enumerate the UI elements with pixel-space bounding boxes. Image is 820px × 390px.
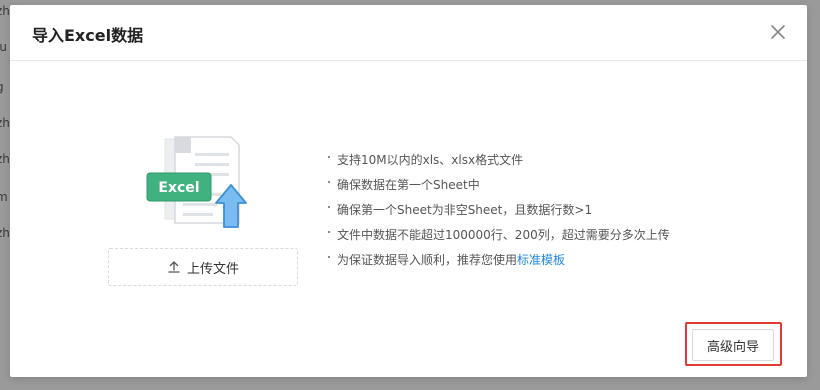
excel-badge-text: Excel [158, 180, 199, 196]
background-text: m [0, 190, 8, 204]
import-excel-dialog: 导入Excel数据 Excel 上传文件 支持10M以内的xls、xlsx格式文… [10, 5, 807, 377]
standard-template-link[interactable]: 标准模板 [517, 253, 565, 267]
upload-file-label: 上传文件 [186, 261, 239, 277]
upload-file-button[interactable]: 上传文件 [108, 248, 298, 286]
tip-item: 为保证数据导入顺利，推荐您使用标准模板 [328, 248, 670, 273]
import-tips-list: 支持10M以内的xls、xlsx格式文件 确保数据在第一个Sheet中 确保第一… [328, 148, 670, 273]
background-text: zh [0, 116, 10, 130]
tip-item: 支持10M以内的xls、xlsx格式文件 [328, 148, 670, 173]
tip-template-text: 为保证数据导入顺利，推荐您使用 [337, 253, 518, 267]
background-text: zh [0, 226, 10, 240]
tip-item: 文件中数据不能超过100000行、200列，超过需要分多次上传 [328, 223, 670, 248]
tip-item: 确保第一个Sheet为非空Sheet，且数据行数>1 [328, 198, 670, 223]
advanced-wizard-button[interactable]: 高级向导 [692, 329, 774, 361]
upload-icon [167, 260, 181, 274]
close-icon[interactable] [769, 23, 787, 41]
background-text: zh [0, 152, 10, 166]
background-text: zh [0, 4, 10, 18]
dialog-header: 导入Excel数据 [10, 5, 807, 61]
background-text: g [0, 80, 4, 94]
tip-item: 确保数据在第一个Sheet中 [328, 173, 670, 198]
dialog-title: 导入Excel数据 [32, 26, 144, 45]
background-text: iu [0, 40, 7, 54]
excel-file-illustration: Excel [135, 133, 247, 231]
